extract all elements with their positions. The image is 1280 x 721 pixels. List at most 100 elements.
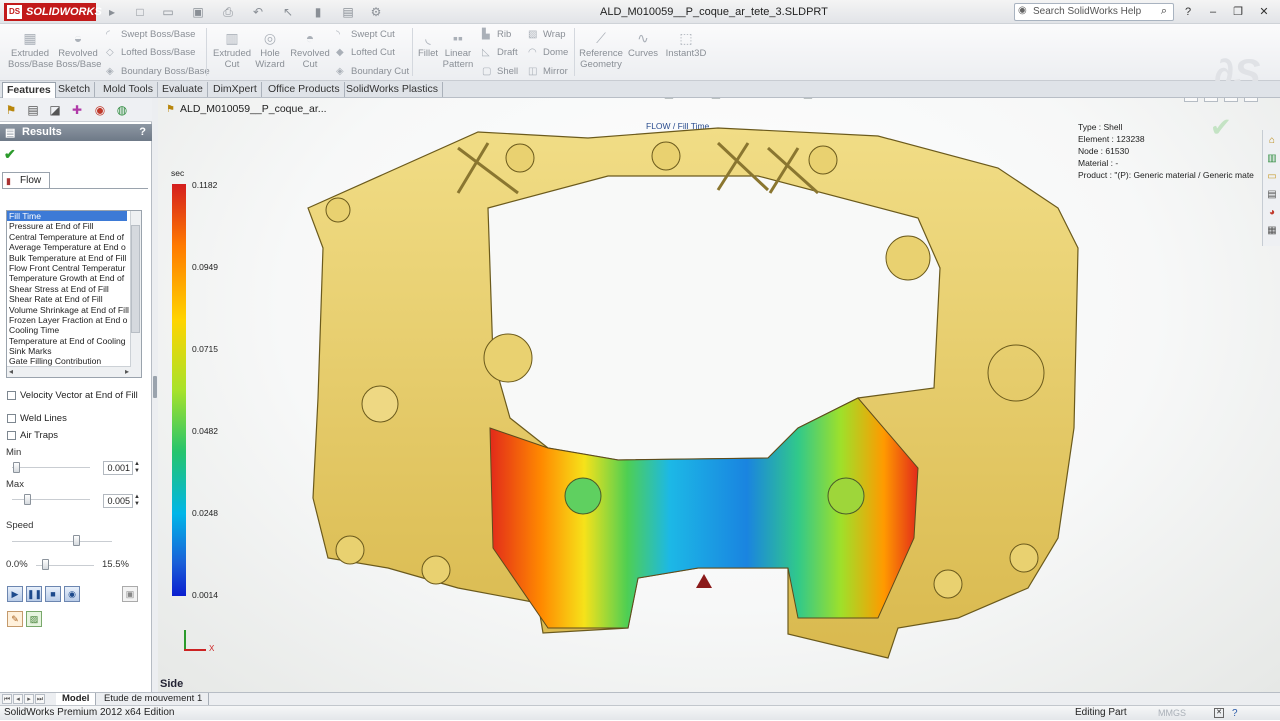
splitter-grip[interactable] <box>153 376 157 398</box>
linear-pattern-button[interactable]: ▪▪ Linear Pattern <box>440 30 476 70</box>
help-status-icon[interactable]: ? <box>1232 707 1238 721</box>
scrollbar-thumb[interactable] <box>131 225 140 333</box>
results-list[interactable]: Fill Time Pressure at End of Fill Centra… <box>6 210 142 378</box>
shell-button[interactable]: ▢ Shell <box>482 66 518 78</box>
tab-model[interactable]: Model <box>56 693 97 705</box>
list-item[interactable]: Shear Rate at End of Fill <box>7 294 129 304</box>
print-icon[interactable]: ⎙ <box>220 4 236 20</box>
velocity-vector-checkbox[interactable]: Velocity Vector at End of Fill <box>7 390 138 402</box>
list-item[interactable]: Pressure at End of Fill <box>7 221 129 231</box>
boundary-cut-button[interactable]: ◈ Boundary Cut <box>336 66 409 78</box>
checkbox-box[interactable] <box>7 391 16 400</box>
last-tab-icon[interactable]: ⏭ <box>35 694 45 704</box>
design-library-icon[interactable]: ▥ <box>1265 152 1279 166</box>
search-input[interactable]: ◉ Search SolidWorks Help ⌕ <box>1014 3 1174 21</box>
boundary-boss-button[interactable]: ◈ Boundary Boss/Base <box>106 66 210 78</box>
plastics-manager-icon[interactable]: ◍ <box>114 102 130 118</box>
scroll-left-icon[interactable]: ◂ <box>9 367 13 376</box>
lofted-boss-button[interactable]: ◇ Lofted Boss/Base <box>106 47 195 59</box>
new-document-icon[interactable]: □ <box>132 4 148 20</box>
configuration-manager-icon[interactable]: ◪ <box>47 102 63 118</box>
report-button[interactable]: ✎ <box>7 611 23 627</box>
min-stepper-icon[interactable]: ▲ ▼ <box>134 461 142 475</box>
rib-button[interactable]: ▙ Rib <box>482 29 511 41</box>
draft-button[interactable]: ◺ Draft <box>482 47 518 59</box>
tab-motion-study[interactable]: Etude de mouvement 1 <box>98 693 210 705</box>
property-manager-icon[interactable]: ▤ <box>25 102 41 118</box>
menu-arrow-icon[interactable]: ▸ <box>104 4 120 20</box>
air-traps-checkbox[interactable]: Air Traps <box>7 430 58 442</box>
file-properties-icon[interactable]: ▤ <box>340 4 356 20</box>
speed-slider-thumb[interactable] <box>73 535 80 546</box>
list-item[interactable]: Sink Marks <box>7 346 129 356</box>
list-item[interactable]: Flow Front Central Temperatur <box>7 263 129 273</box>
mirror-button[interactable]: ◫ Mirror <box>528 66 568 78</box>
weld-lines-checkbox[interactable]: Weld Lines <box>7 413 67 425</box>
list-item[interactable]: Average Temperature at End o <box>7 242 129 252</box>
pause-button[interactable]: ❚❚ <box>26 586 42 602</box>
hole-wizard-button[interactable]: ◎ Hole Wizard <box>250 30 290 70</box>
reference-geometry-button[interactable]: ⟋ Reference Geometry <box>576 30 626 70</box>
next-tab-icon[interactable]: ▸ <box>24 694 34 704</box>
list-vertical-scrollbar[interactable] <box>130 211 141 377</box>
list-item[interactable]: Central Temperature at End of <box>7 232 129 242</box>
list-item[interactable]: Cooling Time <box>7 325 129 335</box>
ok-check-icon[interactable]: ✔ <box>4 146 16 163</box>
min-value-field[interactable]: 0.001 <box>103 461 133 475</box>
help-button[interactable]: ? <box>139 124 146 141</box>
fillet-button[interactable]: ◟ Fillet <box>414 30 442 59</box>
wrap-button[interactable]: ▧ Wrap <box>528 29 566 41</box>
swept-boss-button[interactable]: ◜ Swept Boss/Base <box>106 29 195 41</box>
dimxpert-manager-icon[interactable]: ✚ <box>69 102 85 118</box>
swept-cut-button[interactable]: ◝ Swept Cut <box>336 29 395 41</box>
appearances-icon[interactable]: ◕ <box>1265 206 1279 220</box>
graphics-area[interactable]: ⚑ALD_M010059__P_coque_ar... ⊕ ⊙ ↺ ◧ ❑ ◩ … <box>158 98 1280 692</box>
list-item[interactable]: Fill Time <box>7 211 127 222</box>
file-explorer-icon[interactable]: ▭ <box>1265 170 1279 184</box>
minimize-icon[interactable]: – <box>1205 4 1221 20</box>
extruded-cut-button[interactable]: ▥ Extruded Cut <box>210 30 254 70</box>
speed-slider-track[interactable] <box>12 541 112 543</box>
scroll-right-icon[interactable]: ▸ <box>125 367 129 377</box>
search-icon[interactable]: ⌕ <box>1161 5 1167 18</box>
range-slider-thumb[interactable] <box>42 559 49 570</box>
curves-button[interactable]: ∿ Curves <box>626 30 660 59</box>
solidworks-resources-icon[interactable]: ⌂ <box>1265 134 1279 148</box>
tab-office-products[interactable]: Office Products <box>264 82 345 97</box>
max-stepper-icon[interactable]: ▲ ▼ <box>134 494 142 508</box>
unit-system[interactable]: MMGS <box>1158 706 1186 720</box>
model-render[interactable] <box>158 98 1280 692</box>
revolved-cut-button[interactable]: ◓ Revolved Cut <box>288 30 332 70</box>
dome-button[interactable]: ◠ Dome <box>528 47 568 59</box>
tab-features[interactable]: Features <box>2 82 56 98</box>
checkbox-box[interactable] <box>7 414 16 423</box>
tab-solidworks-plastics[interactable]: SolidWorks Plastics <box>342 82 443 97</box>
first-tab-icon[interactable]: ⏮ <box>2 694 12 704</box>
view-palette-icon[interactable]: ▤ <box>1265 188 1279 202</box>
help-icon[interactable]: ? <box>1180 4 1196 20</box>
solidworks-logo[interactable]: DS SOLIDWORKS <box>4 3 102 21</box>
quick-tips-icon[interactable]: ✕ <box>1214 708 1224 718</box>
save-icon[interactable]: ▣ <box>190 4 206 20</box>
list-item[interactable]: Shear Stress at End of Fill <box>7 284 129 294</box>
list-item[interactable]: Volume Shrinkage at End of Fill <box>7 305 129 315</box>
extruded-boss-button[interactable]: ▦ Extruded Boss/Base <box>8 30 53 70</box>
restore-icon[interactable]: ❐ <box>1230 4 1246 20</box>
max-slider-thumb[interactable] <box>24 494 31 505</box>
list-item[interactable]: Temperature Growth at End of <box>7 273 129 283</box>
rebuild-icon[interactable]: ▮ <box>310 4 326 20</box>
list-horizontal-scrollbar[interactable]: ◂ ▸ <box>7 366 131 377</box>
prev-tab-icon[interactable]: ◂ <box>13 694 23 704</box>
loop-button[interactable]: ◉ <box>64 586 80 602</box>
lofted-cut-button[interactable]: ◆ Lofted Cut <box>336 47 395 59</box>
min-slider-thumb[interactable] <box>13 462 20 473</box>
open-icon[interactable]: ▭ <box>160 4 176 20</box>
tab-dimxpert[interactable]: DimXpert <box>209 82 262 97</box>
undo-icon[interactable]: ↶ <box>250 4 266 20</box>
revolved-boss-button[interactable]: ◒ Revolved Boss/Base <box>56 30 101 70</box>
display-manager-icon[interactable]: ◉ <box>92 102 108 118</box>
min-slider-track[interactable] <box>12 467 90 469</box>
list-item[interactable]: Bulk Temperature at End of Fill <box>7 253 129 263</box>
checkbox-box[interactable] <box>7 431 16 440</box>
max-value-field[interactable]: 0.005 <box>103 494 133 508</box>
